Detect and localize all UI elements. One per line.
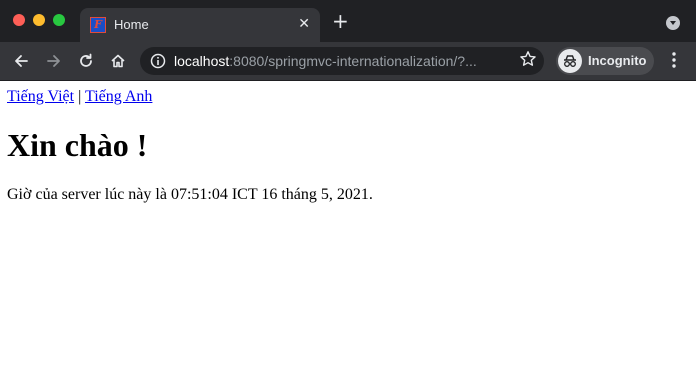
incognito-label: Incognito xyxy=(588,53,647,68)
page-content: Tiếng Việt | Tiếng Anh Xin chào ! Giờ củ… xyxy=(0,81,696,379)
reload-icon[interactable] xyxy=(75,50,97,72)
close-window-button[interactable] xyxy=(13,14,25,26)
greeting-heading: Xin chào ! xyxy=(7,127,148,163)
tab-title: Home xyxy=(114,17,149,32)
english-link[interactable]: Tiếng Anh xyxy=(85,88,152,105)
vietnamese-link[interactable]: Tiếng Việt xyxy=(7,88,74,105)
tab-home[interactable]: F Home ✕ xyxy=(80,8,320,42)
link-separator: | xyxy=(78,88,82,105)
forward-icon[interactable] xyxy=(43,50,65,72)
menu-kebab-icon[interactable] xyxy=(666,50,682,75)
browser-toolbar: localhost:8080/springmvc-internationaliz… xyxy=(0,42,696,81)
new-tab-button[interactable]: + xyxy=(332,11,349,31)
tab-strip: F Home ✕ + xyxy=(0,0,696,42)
close-tab-icon[interactable]: ✕ xyxy=(298,16,310,32)
server-time-text: Giờ của server lúc này là 07:51:04 ICT 1… xyxy=(7,186,373,203)
incognito-profile-button[interactable]: Incognito xyxy=(556,47,654,75)
site-info-icon[interactable] xyxy=(150,53,166,69)
language-switcher: Tiếng Việt | Tiếng Anh xyxy=(7,88,152,106)
bookmark-star-icon[interactable] xyxy=(519,50,537,73)
incognito-icon xyxy=(558,49,582,73)
back-icon[interactable] xyxy=(10,50,32,72)
url-text: localhost:8080/springmvc-internationaliz… xyxy=(174,53,477,69)
url-host: localhost xyxy=(174,53,230,69)
address-bar[interactable]: localhost:8080/springmvc-internationaliz… xyxy=(140,47,544,75)
minimize-window-button[interactable] xyxy=(33,14,45,26)
home-icon[interactable] xyxy=(107,50,129,72)
browser-window: F Home ✕ + localhost:8080/springmvc-inte… xyxy=(0,0,696,379)
url-path: :8080/springmvc-internationalization/?..… xyxy=(229,53,477,69)
tab-search-icon[interactable] xyxy=(666,16,680,30)
zoom-window-button[interactable] xyxy=(53,14,65,26)
page-favicon-icon: F xyxy=(90,17,106,33)
